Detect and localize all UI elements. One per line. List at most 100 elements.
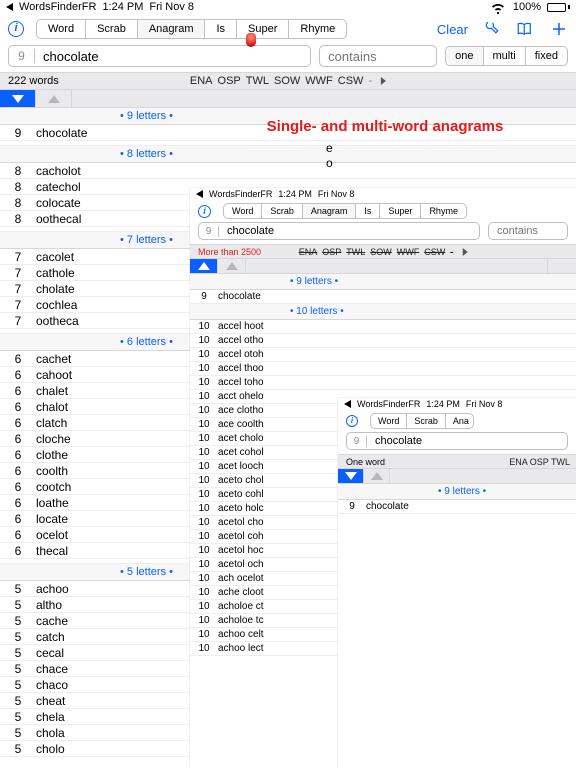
dict-wwf: WWF: [305, 75, 332, 87]
promo-area: Single- and multi-word anagrams e o: [196, 112, 574, 173]
back-app-label[interactable]: WordsFinderFR: [357, 399, 420, 409]
seg-word[interactable]: Word: [224, 204, 262, 218]
seg-scrab[interactable]: Scrab: [407, 414, 446, 428]
row-word: chaco: [36, 678, 68, 692]
seg-one[interactable]: one: [446, 47, 483, 65]
seg-word[interactable]: Word: [37, 20, 86, 38]
seg-anagram[interactable]: Anagram: [303, 204, 357, 218]
book-icon[interactable]: [516, 20, 534, 38]
row-count: 8: [0, 180, 36, 194]
sort-desc[interactable]: [338, 469, 364, 483]
row-word: cache: [36, 614, 68, 628]
row-word: chalot: [36, 400, 68, 414]
row-word: clatch: [36, 416, 67, 430]
row-word: acet cohol: [218, 447, 264, 458]
row-count: 5: [0, 726, 36, 740]
info-icon[interactable]: i: [346, 415, 358, 427]
table-row[interactable]: 10accel thoo: [190, 362, 576, 376]
back-app-label[interactable]: WordsFinderFR: [19, 1, 96, 13]
row-count: 9: [338, 501, 366, 512]
sort-spacer: [72, 90, 576, 107]
dict-twl: TWL: [246, 75, 269, 87]
sort-asc[interactable]: [364, 469, 390, 483]
contains-input[interactable]: [320, 49, 436, 64]
seg-super[interactable]: Super: [380, 204, 421, 218]
row-word: accel otho: [218, 335, 264, 346]
letter-count: 9: [9, 49, 35, 63]
seg-rhyme[interactable]: Rhyme: [421, 204, 466, 218]
row-count: 6: [0, 448, 36, 462]
search-input[interactable]: [219, 225, 479, 237]
contains-field[interactable]: [488, 222, 568, 240]
match-segmented[interactable]: one multi fixed: [445, 46, 568, 66]
table-row[interactable]: 10accel otoh: [190, 348, 576, 362]
results-list[interactable]: • 9 letters •9chocolate: [338, 484, 576, 514]
seg-scrab[interactable]: Scrab: [86, 20, 138, 38]
back-icon[interactable]: [344, 400, 351, 408]
row-word: aceto cohl: [218, 489, 264, 500]
back-icon[interactable]: [196, 190, 203, 198]
dict-list[interactable]: ENA OSP TWL SOW WWF CSW -: [190, 75, 386, 87]
table-row[interactable]: 9chocolate: [338, 500, 576, 514]
row-word: cecal: [36, 646, 64, 660]
row-count: 7: [0, 314, 36, 328]
seg-scrab[interactable]: Scrab: [262, 204, 303, 218]
plus-icon[interactable]: [550, 20, 568, 38]
dictionary-bar[interactable]: 222 words ENA OSP TWL SOW WWF CSW -: [0, 72, 576, 90]
row-count: 6: [0, 528, 36, 542]
wrench-icon[interactable]: [482, 20, 500, 38]
table-row[interactable]: 10accel otho: [190, 334, 576, 348]
search-input[interactable]: [35, 49, 310, 64]
back-app-label[interactable]: WordsFinderFR: [209, 189, 272, 199]
search-field[interactable]: 9: [346, 432, 568, 450]
row-count: 10: [190, 447, 218, 458]
search-field[interactable]: 9: [8, 45, 311, 67]
row-word: cholo: [36, 742, 65, 756]
seg-multi[interactable]: multi: [484, 47, 526, 65]
row-count: 8: [0, 212, 36, 226]
row-count: 6: [0, 496, 36, 510]
mode-segmented[interactable]: Word Scrab Ana: [370, 413, 474, 429]
seg-anagram[interactable]: Anagram: [138, 20, 206, 38]
clear-button[interactable]: Clear: [431, 21, 474, 38]
contains-input[interactable]: [489, 225, 567, 237]
sort-length-asc[interactable]: [36, 90, 72, 107]
row-word: acholoe tc: [218, 615, 264, 626]
row-word: catechol: [36, 180, 81, 194]
row-word: acetol hoc: [218, 545, 264, 556]
sort-length-desc[interactable]: [0, 90, 36, 107]
row-count: 6: [0, 352, 36, 366]
sort-asc-2[interactable]: [218, 259, 246, 273]
row-word: altho: [36, 598, 62, 612]
info-icon[interactable]: i: [198, 205, 211, 218]
mode-segmented[interactable]: Word Scrab Anagram Is Super Rhyme: [36, 19, 347, 39]
row-count: 5: [0, 710, 36, 724]
table-row[interactable]: 10accel toho: [190, 376, 576, 390]
table-row[interactable]: 10accel hoot: [190, 320, 576, 334]
sort-extra[interactable]: [548, 259, 576, 273]
search-input[interactable]: [367, 435, 567, 447]
word-count: One word: [346, 457, 385, 467]
seg-rhyme[interactable]: Rhyme: [289, 20, 346, 38]
status-time: 1:24 PM: [102, 1, 143, 13]
info-icon[interactable]: i: [8, 21, 24, 37]
seg-is[interactable]: Is: [205, 20, 237, 38]
table-row[interactable]: 9chocolate: [190, 290, 576, 304]
row-word: accel otoh: [218, 349, 264, 360]
contains-field[interactable]: [319, 45, 437, 67]
seg-is[interactable]: Is: [356, 204, 380, 218]
row-count: 10: [190, 531, 218, 542]
row-count: 5: [0, 582, 36, 596]
word-count: 222 words: [8, 75, 59, 87]
preview-panel-one: WordsFinderFR 1:24 PM Fri Nov 8 i Word S…: [338, 398, 576, 768]
row-count: 6: [0, 432, 36, 446]
row-word: chocolate: [366, 501, 409, 512]
seg-word[interactable]: Word: [371, 414, 407, 428]
seg-fixed[interactable]: fixed: [526, 47, 567, 65]
mode-segmented[interactable]: Word Scrab Anagram Is Super Rhyme: [223, 203, 467, 219]
row-word: locate: [36, 512, 68, 526]
seg-super[interactable]: Super: [237, 20, 289, 38]
search-field[interactable]: 9: [198, 222, 480, 240]
sort-asc[interactable]: [190, 259, 218, 273]
back-icon[interactable]: [6, 3, 13, 11]
